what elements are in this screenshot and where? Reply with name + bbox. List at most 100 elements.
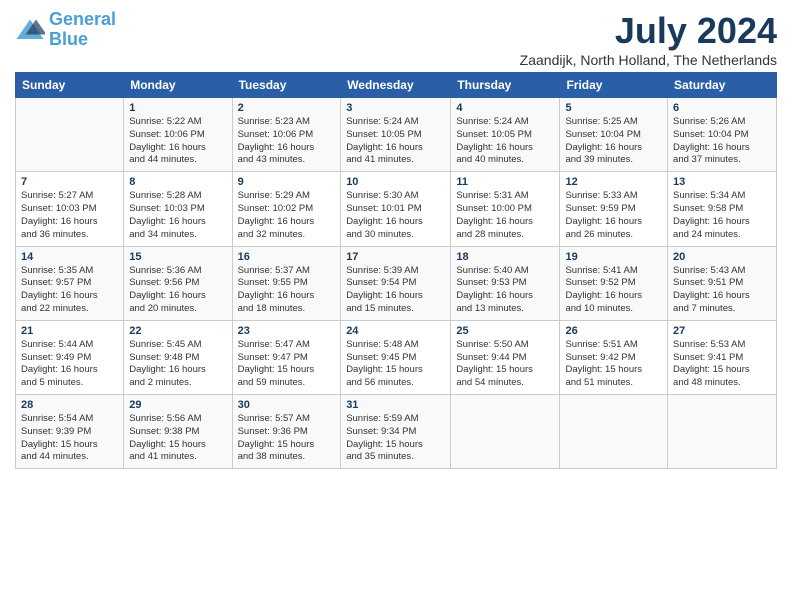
logo-icon bbox=[15, 18, 45, 42]
day-info: Sunrise: 5:56 AM Sunset: 9:38 PM Dayligh… bbox=[129, 413, 226, 464]
calendar-week-row: 21 Sunrise: 5:44 AM Sunset: 9:49 PM Dayli… bbox=[16, 320, 777, 394]
day-info: Sunrise: 5:57 AM Sunset: 9:36 PM Dayligh… bbox=[238, 413, 336, 464]
weekday-header: Sunday bbox=[16, 73, 124, 98]
calendar-cell bbox=[16, 98, 124, 172]
month-title: July 2024 bbox=[520, 10, 777, 52]
day-number: 12 bbox=[565, 176, 662, 188]
day-info: Sunrise: 5:48 AM Sunset: 9:45 PM Dayligh… bbox=[346, 339, 445, 390]
day-info: Sunrise: 5:34 AM Sunset: 9:58 PM Dayligh… bbox=[673, 190, 771, 241]
calendar-cell: 29 Sunrise: 5:56 AM Sunset: 9:38 PM Dayli… bbox=[124, 395, 232, 469]
calendar-cell bbox=[668, 395, 777, 469]
location: Zaandijk, North Holland, The Netherlands bbox=[520, 52, 777, 68]
calendar-cell: 30 Sunrise: 5:57 AM Sunset: 9:36 PM Dayli… bbox=[232, 395, 341, 469]
calendar-cell: 7Sunrise: 5:27 AM Sunset: 10:03 PM Dayli… bbox=[16, 172, 124, 246]
day-info: Sunrise: 5:39 AM Sunset: 9:54 PM Dayligh… bbox=[346, 265, 445, 316]
calendar-cell: 21 Sunrise: 5:44 AM Sunset: 9:49 PM Dayli… bbox=[16, 320, 124, 394]
calendar-cell: 5 Sunrise: 5:25 AM Sunset: 10:04 PM Dayli… bbox=[560, 98, 668, 172]
calendar-cell: 4 Sunrise: 5:24 AM Sunset: 10:05 PM Dayli… bbox=[451, 98, 560, 172]
calendar-cell: 1Sunrise: 5:22 AM Sunset: 10:06 PM Dayli… bbox=[124, 98, 232, 172]
day-info: Sunrise: 5:29 AM Sunset: 10:02 PM Daylig… bbox=[238, 190, 336, 241]
calendar-week-row: 28 Sunrise: 5:54 AM Sunset: 9:39 PM Dayli… bbox=[16, 395, 777, 469]
day-info: Sunrise: 5:23 AM Sunset: 10:06 PM Daylig… bbox=[238, 116, 336, 167]
calendar-cell: 6Sunrise: 5:26 AM Sunset: 10:04 PM Dayli… bbox=[668, 98, 777, 172]
calendar-cell: 12 Sunrise: 5:33 AM Sunset: 9:59 PM Dayli… bbox=[560, 172, 668, 246]
calendar-cell: 28 Sunrise: 5:54 AM Sunset: 9:39 PM Dayli… bbox=[16, 395, 124, 469]
day-number: 5 bbox=[565, 102, 662, 114]
calendar-cell: 2Sunrise: 5:23 AM Sunset: 10:06 PM Dayli… bbox=[232, 98, 341, 172]
day-info: Sunrise: 5:25 AM Sunset: 10:04 PM Daylig… bbox=[565, 116, 662, 167]
day-number: 21 bbox=[21, 325, 118, 337]
day-number: 18 bbox=[456, 251, 554, 263]
day-info: Sunrise: 5:51 AM Sunset: 9:42 PM Dayligh… bbox=[565, 339, 662, 390]
day-number: 28 bbox=[21, 399, 118, 411]
calendar-cell: 26 Sunrise: 5:51 AM Sunset: 9:42 PM Dayli… bbox=[560, 320, 668, 394]
day-number: 15 bbox=[129, 251, 226, 263]
day-number: 30 bbox=[238, 399, 336, 411]
day-info: Sunrise: 5:28 AM Sunset: 10:03 PM Daylig… bbox=[129, 190, 226, 241]
day-number: 13 bbox=[673, 176, 771, 188]
calendar-cell: 10Sunrise: 5:30 AM Sunset: 10:01 PM Dayl… bbox=[341, 172, 451, 246]
weekday-header: Saturday bbox=[668, 73, 777, 98]
day-info: Sunrise: 5:40 AM Sunset: 9:53 PM Dayligh… bbox=[456, 265, 554, 316]
day-number: 23 bbox=[238, 325, 336, 337]
day-number: 31 bbox=[346, 399, 445, 411]
calendar-cell: 31 Sunrise: 5:59 AM Sunset: 9:34 PM Dayli… bbox=[341, 395, 451, 469]
calendar-week-row: 1Sunrise: 5:22 AM Sunset: 10:06 PM Dayli… bbox=[16, 98, 777, 172]
weekday-header: Tuesday bbox=[232, 73, 341, 98]
calendar-cell: 22 Sunrise: 5:45 AM Sunset: 9:48 PM Dayli… bbox=[124, 320, 232, 394]
calendar-cell: 11Sunrise: 5:31 AM Sunset: 10:00 PM Dayl… bbox=[451, 172, 560, 246]
day-number: 27 bbox=[673, 325, 771, 337]
calendar-cell: 20 Sunrise: 5:43 AM Sunset: 9:51 PM Dayli… bbox=[668, 246, 777, 320]
calendar-cell: 18 Sunrise: 5:40 AM Sunset: 9:53 PM Dayli… bbox=[451, 246, 560, 320]
day-number: 17 bbox=[346, 251, 445, 263]
day-info: Sunrise: 5:33 AM Sunset: 9:59 PM Dayligh… bbox=[565, 190, 662, 241]
day-number: 10 bbox=[346, 176, 445, 188]
calendar-body: 1Sunrise: 5:22 AM Sunset: 10:06 PM Dayli… bbox=[16, 98, 777, 469]
day-info: Sunrise: 5:36 AM Sunset: 9:56 PM Dayligh… bbox=[129, 265, 226, 316]
day-number: 1 bbox=[129, 102, 226, 114]
weekday-header: Monday bbox=[124, 73, 232, 98]
day-info: Sunrise: 5:45 AM Sunset: 9:48 PM Dayligh… bbox=[129, 339, 226, 390]
calendar-week-row: 7Sunrise: 5:27 AM Sunset: 10:03 PM Dayli… bbox=[16, 172, 777, 246]
day-info: Sunrise: 5:43 AM Sunset: 9:51 PM Dayligh… bbox=[673, 265, 771, 316]
calendar-cell: 17 Sunrise: 5:39 AM Sunset: 9:54 PM Dayli… bbox=[341, 246, 451, 320]
calendar-header-row: SundayMondayTuesdayWednesdayThursdayFrid… bbox=[16, 73, 777, 98]
day-number: 3 bbox=[346, 102, 445, 114]
day-info: Sunrise: 5:53 AM Sunset: 9:41 PM Dayligh… bbox=[673, 339, 771, 390]
day-info: Sunrise: 5:44 AM Sunset: 9:49 PM Dayligh… bbox=[21, 339, 118, 390]
calendar-cell: 19Sunrise: 5:41 AM Sunset: 9:52 PM Dayli… bbox=[560, 246, 668, 320]
weekday-header: Wednesday bbox=[341, 73, 451, 98]
calendar-cell: 8 Sunrise: 5:28 AM Sunset: 10:03 PM Dayli… bbox=[124, 172, 232, 246]
day-info: Sunrise: 5:37 AM Sunset: 9:55 PM Dayligh… bbox=[238, 265, 336, 316]
calendar-cell: 14 Sunrise: 5:35 AM Sunset: 9:57 PM Dayli… bbox=[16, 246, 124, 320]
calendar-cell: 24 Sunrise: 5:48 AM Sunset: 9:45 PM Dayli… bbox=[341, 320, 451, 394]
day-number: 22 bbox=[129, 325, 226, 337]
day-number: 29 bbox=[129, 399, 226, 411]
day-number: 8 bbox=[129, 176, 226, 188]
calendar-cell: 13 Sunrise: 5:34 AM Sunset: 9:58 PM Dayli… bbox=[668, 172, 777, 246]
title-block: July 2024 Zaandijk, North Holland, The N… bbox=[520, 10, 777, 68]
header: General Blue July 2024 Zaandijk, North H… bbox=[15, 10, 777, 68]
day-info: Sunrise: 5:24 AM Sunset: 10:05 PM Daylig… bbox=[456, 116, 554, 167]
day-info: Sunrise: 5:27 AM Sunset: 10:03 PM Daylig… bbox=[21, 190, 118, 241]
calendar-week-row: 14 Sunrise: 5:35 AM Sunset: 9:57 PM Dayli… bbox=[16, 246, 777, 320]
day-number: 19 bbox=[565, 251, 662, 263]
weekday-header: Friday bbox=[560, 73, 668, 98]
day-number: 4 bbox=[456, 102, 554, 114]
day-info: Sunrise: 5:31 AM Sunset: 10:00 PM Daylig… bbox=[456, 190, 554, 241]
calendar-cell: 23Sunrise: 5:47 AM Sunset: 9:47 PM Dayli… bbox=[232, 320, 341, 394]
day-number: 24 bbox=[346, 325, 445, 337]
calendar-cell: 9Sunrise: 5:29 AM Sunset: 10:02 PM Dayli… bbox=[232, 172, 341, 246]
day-number: 20 bbox=[673, 251, 771, 263]
day-number: 26 bbox=[565, 325, 662, 337]
calendar-cell: 15 Sunrise: 5:36 AM Sunset: 9:56 PM Dayli… bbox=[124, 246, 232, 320]
day-number: 25 bbox=[456, 325, 554, 337]
calendar-cell bbox=[560, 395, 668, 469]
day-info: Sunrise: 5:35 AM Sunset: 9:57 PM Dayligh… bbox=[21, 265, 118, 316]
calendar-table: SundayMondayTuesdayWednesdayThursdayFrid… bbox=[15, 72, 777, 469]
day-info: Sunrise: 5:50 AM Sunset: 9:44 PM Dayligh… bbox=[456, 339, 554, 390]
day-info: Sunrise: 5:59 AM Sunset: 9:34 PM Dayligh… bbox=[346, 413, 445, 464]
day-info: Sunrise: 5:26 AM Sunset: 10:04 PM Daylig… bbox=[673, 116, 771, 167]
day-number: 14 bbox=[21, 251, 118, 263]
day-info: Sunrise: 5:54 AM Sunset: 9:39 PM Dayligh… bbox=[21, 413, 118, 464]
